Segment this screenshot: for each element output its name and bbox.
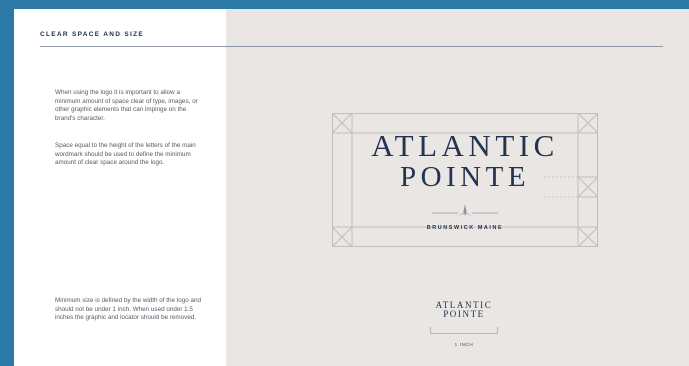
header-divider (40, 46, 663, 47)
size-bracket (430, 327, 498, 334)
minimum-size-logo: ATLANTIC POINTE (394, 301, 534, 319)
clear-space-diagram: ATLANTIC POINTE BRUNSWICK MAINE (332, 113, 598, 247)
anchor-mark-icon (432, 204, 498, 216)
minimum-size-rule: Minimum size is defined by the width of … (55, 297, 201, 322)
locator-text: BRUNSWICK MAINE (426, 225, 504, 231)
wordmark-line-1: ATLANTIC (371, 128, 559, 163)
small-wordmark-line-2: POINTE (443, 309, 485, 319)
clear-space-intro: When using the logo it is important to a… (55, 89, 198, 123)
clear-space-rule: Space equal to the height of the letters… (55, 142, 196, 167)
wordmark-line-2: POINTE (399, 161, 531, 193)
brand-guidelines-page: CLEAR SPACE AND SIZE When using the logo… (14, 9, 689, 366)
section-title: CLEAR SPACE AND SIZE (40, 31, 145, 38)
size-label: 1 INCH (454, 342, 474, 347)
